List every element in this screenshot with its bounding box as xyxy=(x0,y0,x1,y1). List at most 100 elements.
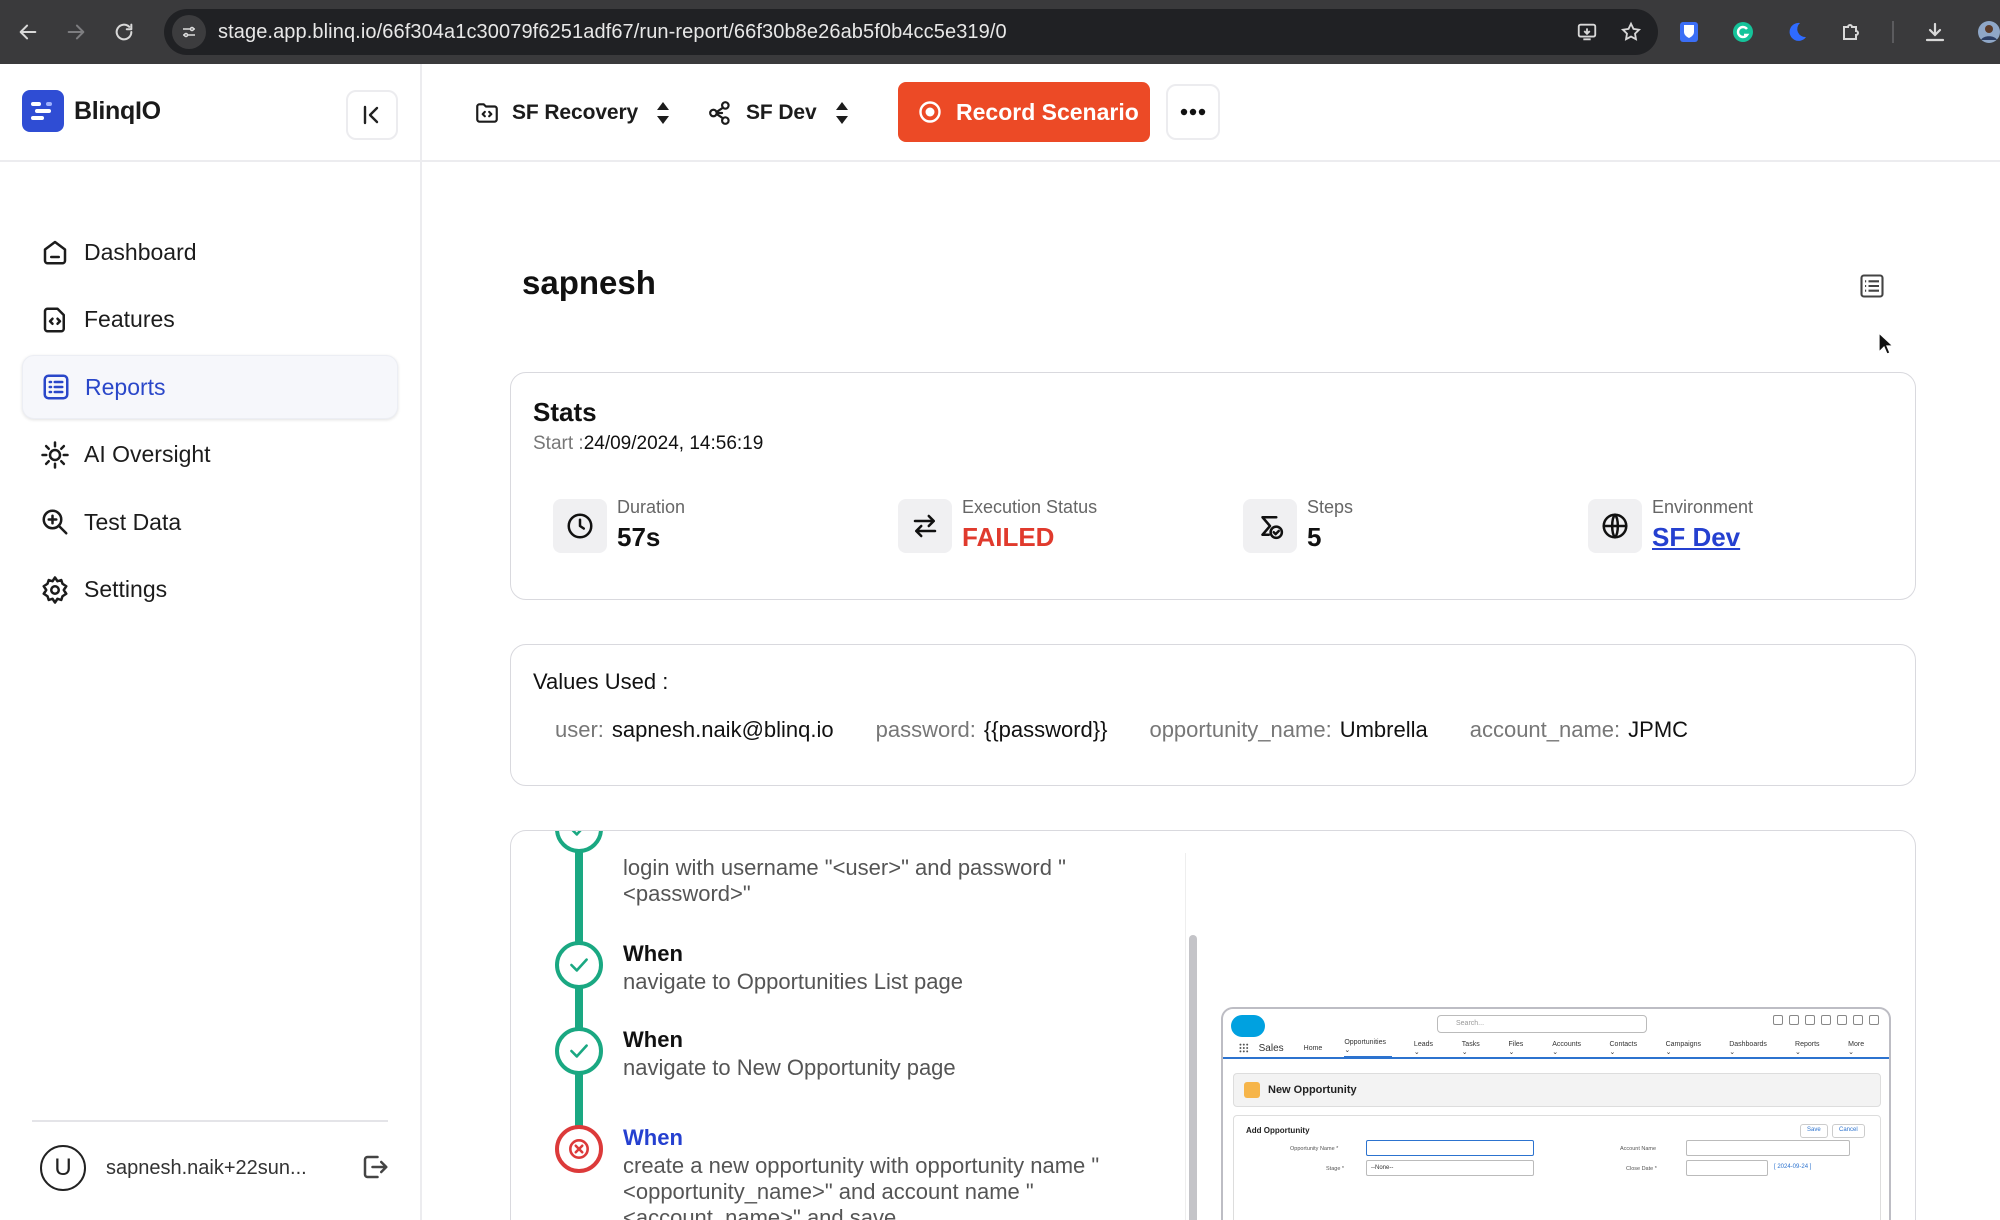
transfer-arrows-icon xyxy=(898,499,952,553)
address-bar[interactable]: stage.app.blinq.io/66f304a1c30079f6251ad… xyxy=(164,9,1658,55)
back-button[interactable] xyxy=(8,12,48,52)
preview-account-name-input xyxy=(1686,1140,1850,1156)
duration-stat: Duration 57s xyxy=(553,497,685,553)
step-passed-icon xyxy=(555,1027,603,1075)
brand-name: BlinqIO xyxy=(74,96,161,125)
environment-label: Environment xyxy=(1652,497,1754,517)
collapse-sidebar-button[interactable] xyxy=(346,90,398,140)
ai-gear-icon xyxy=(41,440,69,469)
preview-close-date-input xyxy=(1686,1160,1768,1176)
record-scenario-button[interactable]: Record Scenario xyxy=(898,82,1150,142)
browser-toolbar: stage.app.blinq.io/66f304a1c30079f6251ad… xyxy=(0,0,2000,64)
preview-nav-item: Dashboards ⌄ xyxy=(1729,1040,1767,1056)
preview-nav-item: Reports ⌄ xyxy=(1795,1040,1820,1056)
user-profile[interactable]: U sapnesh.naik+22sun... xyxy=(40,1140,400,1196)
more-options-button[interactable] xyxy=(1166,84,1220,140)
mouse-cursor-icon xyxy=(1878,331,1895,361)
bitwarden-extension-icon[interactable] xyxy=(1676,19,1702,45)
reload-button[interactable] xyxy=(104,12,144,52)
project-selector[interactable]: SF Recovery xyxy=(474,94,672,132)
preview-close-date-value: [ 2024-09-24 ] xyxy=(1774,1164,1812,1170)
preview-field-label: Opportunity Name * xyxy=(1290,1146,1339,1152)
step-keyword: When xyxy=(623,1125,683,1150)
start-time: Start :24/09/2024, 14:56:19 xyxy=(533,433,763,455)
ellipsis-icon xyxy=(1180,108,1206,116)
sidebar-item-settings[interactable]: Settings xyxy=(22,558,398,622)
preview-nav-item: Files ⌄ xyxy=(1508,1040,1524,1056)
step-keyword: When xyxy=(623,1027,683,1052)
forward-button[interactable] xyxy=(56,12,96,52)
moon-extension-icon[interactable] xyxy=(1784,19,1810,45)
preview-opportunity-name-input xyxy=(1366,1140,1534,1156)
logout-icon xyxy=(363,1155,388,1179)
sidebar-item-ai-oversight[interactable]: AI Oversight xyxy=(22,423,398,487)
preview-field-label: Stage * xyxy=(1326,1166,1345,1172)
environment-stat: Environment SF Dev xyxy=(1588,497,1753,553)
project-name: SF Recovery xyxy=(512,101,639,124)
environment-link[interactable]: SF Dev xyxy=(1652,522,1753,553)
value-text: Umbrella xyxy=(1339,717,1428,742)
values-used-card: Values Used : user: sapnesh.naik@blinq.io… xyxy=(510,644,1916,786)
bookmark-star-icon[interactable] xyxy=(1620,21,1642,43)
preview-nav-item: Contacts ⌄ xyxy=(1609,1040,1638,1056)
preview-search-box: Search... xyxy=(1437,1015,1647,1033)
install-app-icon[interactable] xyxy=(1576,21,1598,43)
sidebar-item-label: Features xyxy=(84,306,175,332)
salesforce-cloud-logo-icon xyxy=(1231,1015,1265,1037)
grammarly-extension-icon[interactable] xyxy=(1730,19,1756,45)
preview-app-name: Sales xyxy=(1258,1042,1284,1054)
step-passed-icon xyxy=(555,831,603,853)
url-text[interactable]: stage.app.blinq.io/66f304a1c30079f6251ad… xyxy=(218,21,1007,44)
steps-list[interactable]: login with username "<user>" and passwor… xyxy=(511,831,1181,1220)
step-text-line: login with username "<user>" and passwor… xyxy=(623,855,1066,880)
chevron-up-down-icon xyxy=(657,102,670,124)
list-document-icon xyxy=(1860,274,1884,298)
home-icon xyxy=(43,240,67,265)
step-description: login with username "<user>" and passwor… xyxy=(623,855,1143,907)
view-log-button[interactable] xyxy=(1858,272,1886,305)
preview-nav-item: Tasks ⌄ xyxy=(1461,1040,1480,1056)
stats-card: Stats Start :24/09/2024, 14:56:19 Durati… xyxy=(510,372,1916,600)
environment-selector[interactable]: SF Dev xyxy=(708,94,851,132)
profile-avatar-icon[interactable] xyxy=(1976,19,2000,45)
value-key: account_name: xyxy=(1469,717,1621,742)
value-key: opportunity_name: xyxy=(1149,717,1332,742)
step-screenshot-preview[interactable]: Search... Sales Home Opportunities ⌄ Lea… xyxy=(1221,1007,1891,1220)
preview-field-label: Close Date * xyxy=(1626,1166,1657,1172)
avatar[interactable]: U xyxy=(40,1145,86,1191)
value-key: password: xyxy=(875,717,976,742)
preview-nav-item: Leads ⌄ xyxy=(1413,1040,1433,1056)
logout-button[interactable] xyxy=(360,1152,390,1187)
sidebar-item-test-data[interactable]: Test Data xyxy=(22,490,398,554)
value-text: {{password}} xyxy=(983,717,1108,742)
preview-nav-item: More ⌄ xyxy=(1848,1040,1865,1056)
list-report-icon xyxy=(43,374,69,400)
feature-file-icon xyxy=(43,307,65,332)
page-title: sapnesh xyxy=(522,264,656,301)
sidebar-item-reports[interactable]: Reports xyxy=(22,355,398,419)
step-passed-icon xyxy=(555,941,603,989)
preview-nav-item: Campaigns ⌄ xyxy=(1665,1040,1702,1056)
preview-header: Search... xyxy=(1223,1009,1889,1043)
preview-form: Add Opportunity Save Cancel Opportunity … xyxy=(1233,1115,1881,1220)
sidebar-item-label: Settings xyxy=(84,576,168,602)
sidebar: BlinqIO Dashboard Features Reports AI Ov… xyxy=(0,64,422,1220)
step-description: navigate to New Opportunity page xyxy=(623,1055,956,1080)
sidebar-item-features[interactable]: Features xyxy=(22,288,398,352)
collapse-left-icon xyxy=(363,105,379,125)
brand[interactable]: BlinqIO xyxy=(22,90,161,132)
value-text: sapnesh.naik@blinq.io xyxy=(611,717,834,742)
steps-scrollbar-thumb[interactable] xyxy=(1189,935,1197,1220)
preview-cancel-button: Cancel xyxy=(1832,1124,1865,1138)
sidebar-item-dashboard[interactable]: Dashboard xyxy=(22,220,398,284)
report-main: sapnesh Stats Start :24/09/2024, 14:56:1… xyxy=(424,164,2000,1220)
sidebar-item-label: Dashboard xyxy=(84,238,197,265)
preview-nav: Sales Home Opportunities ⌄ Leads ⌄ Tasks… xyxy=(1223,1039,1889,1059)
download-icon[interactable] xyxy=(1922,19,1948,45)
preview-section-title: Add Opportunity xyxy=(1246,1126,1310,1135)
step-text-line: <account_name>" and save xyxy=(623,1205,897,1220)
preview-field-label: Account Name xyxy=(1620,1146,1657,1152)
preview-nav-item: Accounts ⌄ xyxy=(1552,1040,1582,1056)
extensions-puzzle-icon[interactable] xyxy=(1838,19,1864,45)
site-settings-icon[interactable] xyxy=(172,15,206,49)
